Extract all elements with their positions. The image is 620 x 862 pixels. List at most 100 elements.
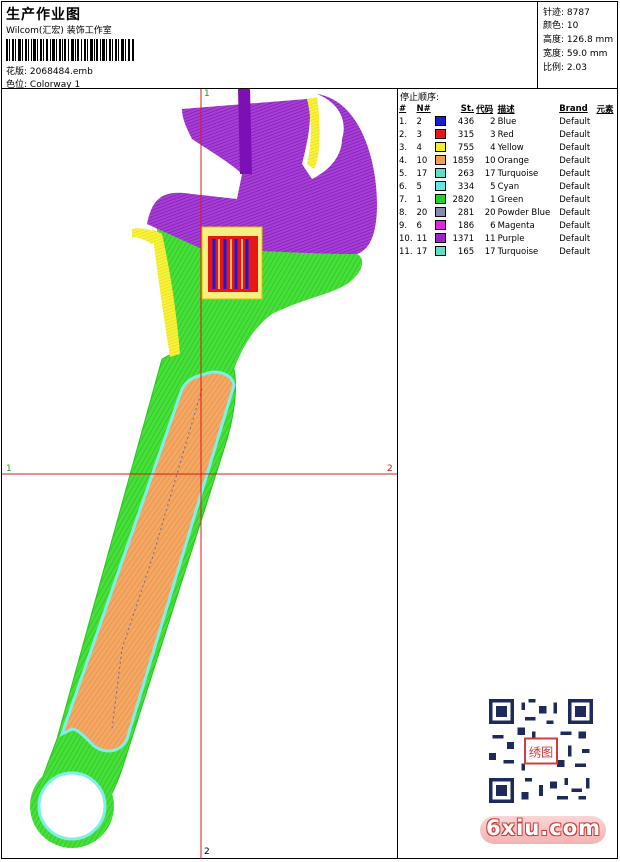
thread-color-swatch <box>434 142 446 153</box>
axis-bottom-label: 2 <box>204 847 210 857</box>
row-brand: Default <box>559 181 591 192</box>
row-index: 11. <box>399 246 413 257</box>
thread-color-swatch <box>434 220 446 231</box>
row-brand: Default <box>559 233 591 244</box>
row-needle: 17 <box>416 168 428 179</box>
thread-color-swatch <box>434 116 446 127</box>
wrench-highlight-yellow <box>307 97 320 169</box>
row-element <box>595 245 617 258</box>
row-code: 2 <box>490 116 496 127</box>
row-description: Blue <box>497 116 517 127</box>
row-stitches: 1371 <box>452 233 475 244</box>
row-needle: 6 <box>416 220 422 231</box>
row-brand: Default <box>559 129 591 140</box>
stitch-count-label: 针迹: <box>543 8 565 18</box>
row-element <box>595 141 617 154</box>
stitch-count: 针迹: 8787 <box>543 5 590 18</box>
thread-row: 9. 6 186 6 Magenta Default <box>398 219 617 232</box>
row-code: 20 <box>484 207 496 218</box>
row-index: 3. <box>399 142 408 153</box>
col-element: 元素 <box>596 104 614 115</box>
row-stitches: 315 <box>457 129 475 140</box>
watermark-text: 6xiu.com <box>486 816 602 840</box>
thread-color-swatch <box>434 129 446 140</box>
axis-left-label: 1 <box>6 464 12 474</box>
row-brand: Default <box>559 168 591 179</box>
embroidery-preview: 1 2 1 2 <box>2 89 398 859</box>
col-description: 描述 <box>497 104 515 115</box>
design-file-name: 2068484.emb <box>29 67 93 77</box>
row-brand: Default <box>559 155 591 166</box>
row-needle: 10 <box>416 155 428 166</box>
worksheet-header: 生产作业图 Wilcom(汇宏) 装饰工作室 花版: 2068484.emb 色… <box>2 2 618 90</box>
stop-sequence-panel: 停止顺序: # N# St. 代码 描述 Brand 元素 1. 2 436 2 Blu… <box>398 89 617 269</box>
production-worksheet: 生产作业图 Wilcom(汇宏) 装饰工作室 花版: 2068484.emb 色… <box>1 1 618 859</box>
row-element <box>595 154 617 167</box>
row-code: 11 <box>484 233 496 244</box>
design-file: 花版: 2068484.emb <box>6 64 93 77</box>
row-description: Orange <box>497 155 529 166</box>
thread-row: 8. 20 281 20 Powder Blue Default <box>398 206 617 219</box>
row-stitches: 186 <box>457 220 475 231</box>
col-needle: N# <box>416 103 431 114</box>
design-width-value: 59.0 mm <box>566 49 608 59</box>
row-code: 3 <box>490 129 496 140</box>
design-scale: 比例: 2.03 <box>543 60 587 73</box>
row-brand: Default <box>559 194 591 205</box>
design-height-label: 高度: <box>543 35 565 45</box>
thread-color-swatch <box>434 246 446 257</box>
row-needle: 11 <box>416 233 428 244</box>
row-needle: 17 <box>416 246 428 257</box>
wrench-design-image <box>2 89 397 859</box>
design-height: 高度: 126.8 mm <box>543 32 613 45</box>
thread-row: 1. 2 436 2 Blue Default <box>398 115 617 128</box>
thread-color-swatch <box>434 207 446 218</box>
row-swatch <box>434 141 449 154</box>
row-index: 6. <box>399 181 408 192</box>
row-needle: 3 <box>416 129 422 140</box>
row-description: Purple <box>497 233 525 244</box>
thread-color-table: # N# St. 代码 描述 Brand 元素 1. 2 436 2 Blue Defau… <box>398 102 617 258</box>
row-stitches: 1859 <box>452 155 475 166</box>
row-stitches: 2820 <box>452 194 475 205</box>
row-needle: 2 <box>416 116 422 127</box>
row-brand: Default <box>559 220 591 231</box>
row-needle: 4 <box>416 142 422 153</box>
design-stats: 针迹: 8787 颜色: 10 高度: 126.8 mm 宽度: 59.0 mm… <box>537 2 618 88</box>
col-stitches: St. <box>460 103 475 114</box>
row-code: 1 <box>490 194 496 205</box>
row-index: 1. <box>399 116 408 127</box>
row-index: 5. <box>399 168 408 179</box>
row-code: 6 <box>490 220 496 231</box>
design-scale-value: 2.03 <box>566 63 587 73</box>
row-stitches: 436 <box>457 116 475 127</box>
row-stitches: 165 <box>457 246 475 257</box>
design-height-value: 126.8 mm <box>566 35 614 45</box>
qr-code-image: 绣图 <box>489 699 593 803</box>
thread-row: 11. 17 165 17 Turquoise Default <box>398 245 617 258</box>
color-count: 颜色: 10 <box>543 18 578 31</box>
row-stitches: 263 <box>457 168 475 179</box>
row-element <box>595 180 617 193</box>
row-description: Cyan <box>497 181 520 192</box>
row-stitches: 281 <box>457 207 475 218</box>
row-description: Yellow <box>497 142 524 153</box>
row-description: Turquoise <box>497 168 539 179</box>
thread-row: 6. 5 334 5 Cyan Default <box>398 180 617 193</box>
row-stitches: 755 <box>457 142 475 153</box>
row-code: 5 <box>490 181 496 192</box>
software-subtitle: Wilcom(汇宏) 装饰工作室 <box>6 26 112 36</box>
color-count-label: 颜色: <box>543 21 565 31</box>
row-swatch <box>434 154 449 167</box>
row-index: 4. <box>399 155 408 166</box>
row-swatch <box>434 128 449 141</box>
row-description: Turquoise <box>497 246 539 257</box>
thread-color-swatch <box>434 233 446 244</box>
axis-right-label: 2 <box>387 464 393 474</box>
row-swatch <box>434 219 449 232</box>
design-width: 宽度: 59.0 mm <box>543 46 607 59</box>
thread-color-swatch <box>434 194 446 205</box>
col-code: 代码 <box>476 104 494 115</box>
col-swatch <box>434 102 449 115</box>
row-brand: Default <box>559 116 591 127</box>
